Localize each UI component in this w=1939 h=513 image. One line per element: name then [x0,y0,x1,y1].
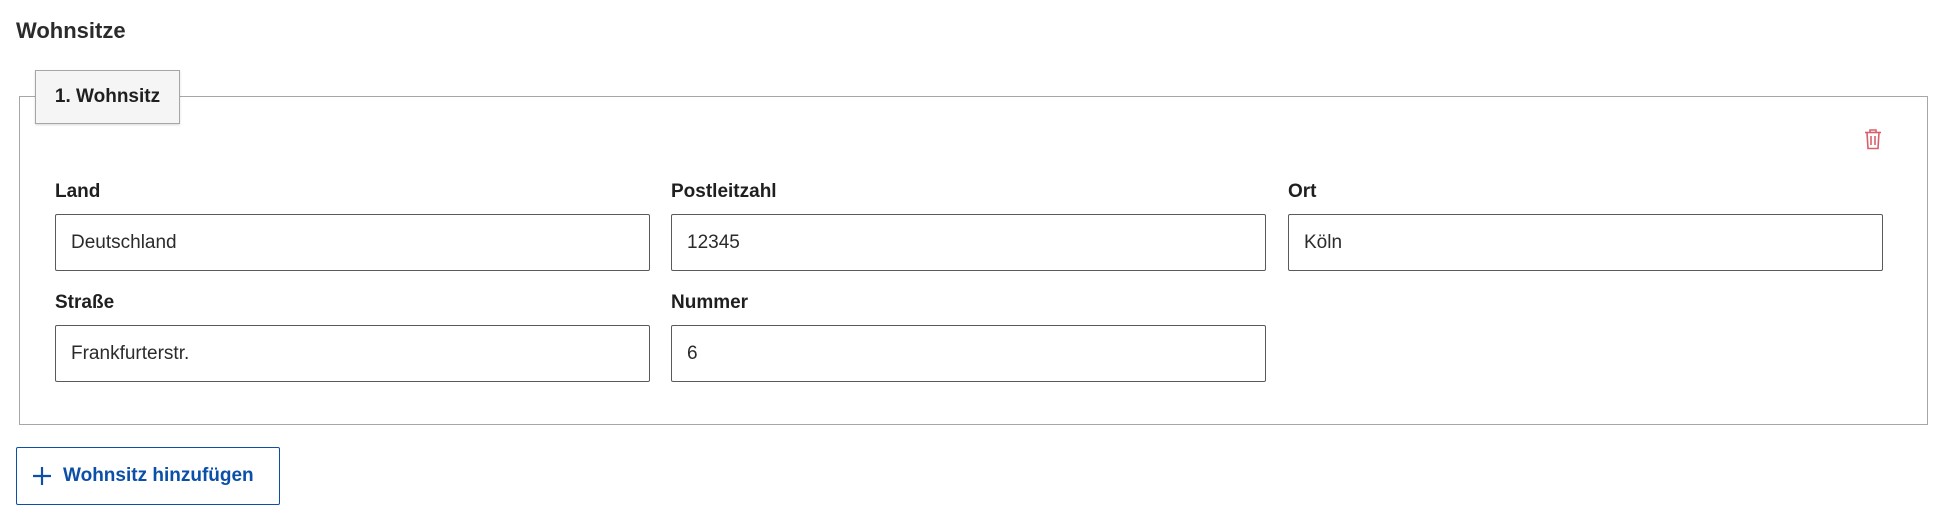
nummer-label: Nummer [671,292,749,313]
land-label: Land [55,181,101,202]
add-residence-button[interactable]: Wohnsitz hinzufügen [16,447,280,505]
strasse-label: Straße [55,292,115,313]
ort-label: Ort [1288,181,1317,202]
nummer-input[interactable] [671,325,1266,382]
land-input[interactable] [55,214,650,271]
delete-residence-button[interactable] [1860,124,1886,154]
page-title: Wohnsitze [16,18,126,43]
trash-icon [1865,129,1881,150]
ort-input[interactable] [1288,214,1883,271]
postleitzahl-input[interactable] [671,214,1266,271]
postleitzahl-label: Postleitzahl [671,181,777,202]
plus-icon [33,467,51,485]
add-residence-label: Wohnsitz hinzufügen [63,465,254,486]
strasse-input[interactable] [55,325,650,382]
residence-legend: 1. Wohnsitz [35,70,180,124]
